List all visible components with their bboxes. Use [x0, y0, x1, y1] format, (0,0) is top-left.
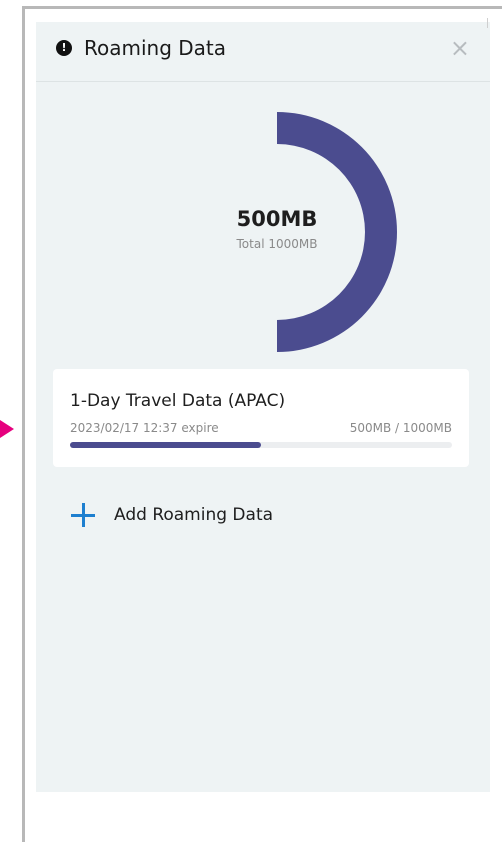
- close-icon[interactable]: ×: [450, 34, 470, 62]
- total-data-label: Total 1000MB: [236, 237, 318, 251]
- plan-name: 1-Day Travel Data (APAC): [70, 391, 286, 411]
- gauge-ring: [277, 112, 397, 352]
- pointer-arrow-icon: [0, 420, 14, 438]
- divider: [487, 18, 488, 28]
- alert-icon: !: [56, 40, 72, 56]
- plan-progress-fill: [70, 442, 261, 448]
- add-roaming-data-button[interactable]: Add Roaming Data: [68, 500, 273, 530]
- gauge-arc: [277, 112, 397, 352]
- roaming-data-panel: ! Roaming Data × 500MB Total 1000MB 1-Da…: [36, 22, 490, 792]
- page-title: Roaming Data: [84, 36, 227, 60]
- plan-usage: 500MB / 1000MB: [349, 421, 452, 435]
- plan-progress-track: [70, 442, 452, 448]
- panel-header: ! Roaming Data ×: [36, 22, 490, 82]
- plan-expiry: 2023/02/17 12:37 expire: [70, 421, 219, 435]
- data-usage-gauge: 500MB Total 1000MB: [157, 102, 397, 362]
- plus-icon: [68, 500, 98, 530]
- add-roaming-data-label: Add Roaming Data: [114, 505, 274, 525]
- data-plan-card[interactable]: 1-Day Travel Data (APAC) 2023/02/17 12:3…: [53, 369, 469, 467]
- remaining-data-amount: 500MB: [236, 207, 318, 231]
